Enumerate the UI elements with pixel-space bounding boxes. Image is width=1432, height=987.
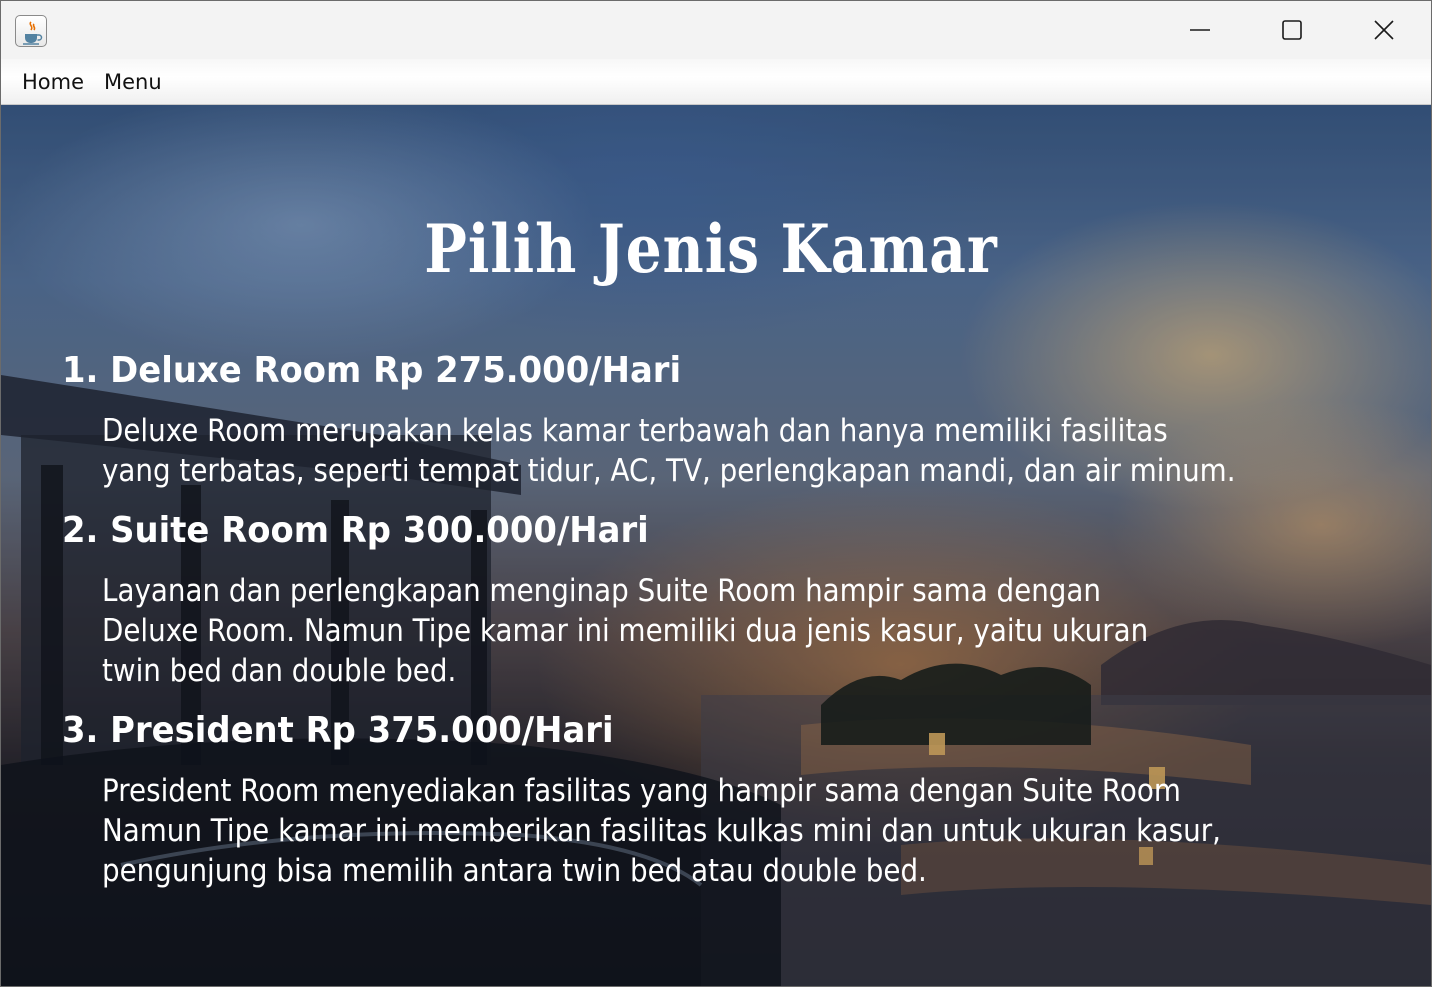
room-info: Pilih Jenis Kamar 1. Deluxe Room Rp 275.… (1, 105, 1431, 986)
page-title: Pilih Jenis Kamar (424, 210, 998, 288)
java-coffee-cup-icon[interactable] (15, 15, 47, 47)
room-description-suite: Layanan dan perlengkapan menginap Suite … (102, 571, 1292, 691)
room-description-president: President Room menyediakan fasilitas yan… (102, 771, 1292, 891)
app-window: Home Menu Pilih Jenis Kamar 1. Deluxe Ro… (0, 0, 1432, 987)
close-icon (1374, 20, 1394, 40)
menu-home[interactable]: Home (13, 59, 93, 104)
close-button[interactable] (1338, 1, 1430, 59)
minimize-icon (1190, 29, 1210, 31)
maximize-button[interactable] (1246, 1, 1338, 59)
title-bar[interactable] (1, 1, 1431, 59)
description-line: Deluxe Room. Namun Tipe kamar ini memili… (102, 613, 1149, 649)
room-heading-suite: 2. Suite Room Rp 300.000/Hari (62, 510, 649, 551)
menu-menu[interactable]: Menu (95, 59, 171, 104)
minimize-button[interactable] (1154, 1, 1246, 59)
description-line: pengunjung bisa memilih antara twin bed … (102, 853, 927, 889)
room-heading-deluxe: 1. Deluxe Room Rp 275.000/Hari (62, 350, 682, 391)
description-line: Deluxe Room merupakan kelas kamar terbaw… (102, 413, 1168, 449)
description-line: yang terbatas, seperti tempat tidur, AC,… (102, 453, 1236, 489)
description-line: Namun Tipe kamar ini memberikan fasilita… (102, 813, 1221, 849)
description-line: President Room menyediakan fasilitas yan… (102, 773, 1181, 809)
description-line: twin bed dan double bed. (102, 653, 457, 689)
menu-bar: Home Menu (1, 59, 1431, 105)
room-description-deluxe: Deluxe Room merupakan kelas kamar terbaw… (102, 411, 1292, 491)
maximize-icon (1282, 20, 1302, 40)
content-panel: Pilih Jenis Kamar 1. Deluxe Room Rp 275.… (1, 105, 1431, 986)
room-heading-president: 3. President Rp 375.000/Hari (62, 710, 614, 751)
description-line: Layanan dan perlengkapan menginap Suite … (102, 573, 1102, 609)
